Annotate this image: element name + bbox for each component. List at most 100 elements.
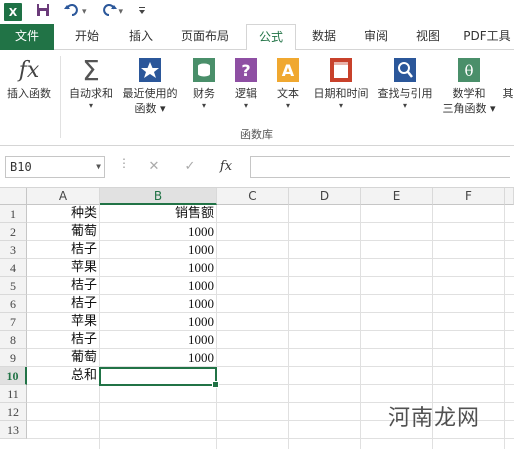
lookup-reference-button[interactable]: 查找与引用 ▾ [374,56,436,111]
math-trig-button[interactable]: θ 数学和 三角函数 ▾ [438,56,500,116]
cell-b1[interactable]: 销售额 [100,205,216,223]
row-header-9[interactable]: 9 [0,349,27,367]
insert-function-label: 插入函数 [7,87,51,100]
financial-label: 财务 [193,87,215,100]
lookup-reference-label: 查找与引用 [377,87,433,100]
financial-icon [190,56,218,84]
row-header-5[interactable]: 5 [0,277,27,295]
cell-b7[interactable]: 1000 [100,313,216,331]
row-header-6[interactable]: 6 [0,295,27,313]
more-functions-button[interactable]: 其 [502,56,514,101]
formula-bar-grip-icon[interactable]: ⋮ [118,156,130,170]
name-box[interactable]: B10 ▼ [5,156,105,178]
insert-function-button[interactable]: fx 插入函数 [2,56,56,101]
cell-b8[interactable]: 1000 [100,331,216,349]
svg-text:A: A [282,61,295,80]
financial-button[interactable]: 财务 ▾ [186,56,222,111]
row-header-3[interactable]: 3 [0,241,27,259]
chevron-down-icon: ▾ [159,102,166,115]
customize-qat-icon[interactable] [137,6,147,19]
theta-icon: θ [455,56,483,84]
redo-icon[interactable] [101,3,117,21]
formula-bar: B10 ▼ ⋮ ✕ ✓ fx [0,146,514,188]
date-time-button[interactable]: 日期和时间 ▾ [310,56,372,111]
cell-a2[interactable]: 葡萄 [28,223,99,241]
tab-file[interactable]: 文件 [0,24,54,50]
cell-a6[interactable]: 桔子 [28,295,99,313]
cell-a1[interactable]: 种类 [28,205,99,223]
gridline [288,205,289,449]
row-header-1[interactable]: 1 [0,205,27,223]
cell-b3[interactable]: 1000 [100,241,216,259]
column-header-d[interactable]: D [289,188,361,205]
cell-b2[interactable]: 1000 [100,223,216,241]
column-header-b[interactable]: B [100,188,217,205]
svg-text:?: ? [241,61,250,80]
name-box-value: B10 [10,160,32,174]
column-header-g[interactable] [505,188,514,205]
column-header-c[interactable]: C [217,188,289,205]
text-button[interactable]: A 文本 ▾ [270,56,306,111]
chevron-down-icon: ▾ [201,101,206,110]
redo-dropdown-icon[interactable]: ▾ [119,7,124,17]
tab-insert[interactable]: 插入 [116,24,166,50]
row-header-13[interactable]: 13 [0,421,27,439]
chevron-down-icon: ▾ [243,101,248,110]
save-icon[interactable] [36,3,50,21]
cell-a3[interactable]: 桔子 [28,241,99,259]
select-all-corner[interactable] [0,188,27,205]
row-header-11[interactable]: 11 [0,385,27,403]
undo-dropdown-icon[interactable]: ▾ [82,7,87,17]
recently-used-button[interactable]: 最近使用的 函数 ▾ [118,56,182,116]
row-header-10[interactable]: 10 [0,367,27,385]
star-icon [136,56,164,84]
cell-a4[interactable]: 苹果 [28,259,99,277]
recently-used-label: 最近使用的 [122,87,178,100]
logical-button[interactable]: ? 逻辑 ▾ [228,56,264,111]
row-header-4[interactable]: 4 [0,259,27,277]
function-library-group-label: 函数库 [240,128,273,141]
cell-b6[interactable]: 1000 [100,295,216,313]
column-header-f[interactable]: F [433,188,505,205]
tab-formulas[interactable]: 公式 [246,24,296,51]
cell-a10[interactable]: 总和 [28,367,99,385]
tab-home[interactable]: 开始 [62,24,112,50]
cancel-entry-button[interactable]: ✕ [140,156,168,178]
date-time-label: 日期和时间 [313,87,369,100]
tab-view[interactable]: 视图 [404,24,452,50]
insert-function-fx-button[interactable]: fx [212,156,240,178]
recently-used-label-2: 函数 [134,102,157,115]
active-cell-outline[interactable] [99,367,219,388]
chevron-down-icon[interactable]: ▼ [96,157,101,177]
cell-a9[interactable]: 葡萄 [28,349,99,367]
undo-icon[interactable] [64,3,80,21]
column-header-a[interactable]: A [27,188,100,205]
row-header-2[interactable]: 2 [0,223,27,241]
magnifier-icon [391,56,419,84]
row-header-8[interactable]: 8 [0,331,27,349]
chevron-down-icon: ▾ [338,101,343,110]
tab-page-layout[interactable]: 页面布局 [172,24,238,50]
gridline [216,205,217,449]
cell-a8[interactable]: 桔子 [28,331,99,349]
cell-b9[interactable]: 1000 [100,349,216,367]
tab-data[interactable]: 数据 [300,24,348,50]
sigma-icon: Σ [82,53,100,87]
logical-icon: ? [232,56,260,84]
cell-a5[interactable]: 桔子 [28,277,99,295]
column-header-e[interactable]: E [361,188,433,205]
cell-b4[interactable]: 1000 [100,259,216,277]
tab-pdf-tools[interactable]: PDF工具 [460,24,514,50]
watermark-text: 河南龙网 [388,406,481,431]
row-header-12[interactable]: 12 [0,403,27,421]
cell-a7[interactable]: 苹果 [28,313,99,331]
autosum-button[interactable]: Σ 自动求和 ▾ [64,56,118,111]
confirm-entry-button[interactable]: ✓ [176,156,204,178]
calendar-icon [327,56,355,84]
cell-b5[interactable]: 1000 [100,277,216,295]
formula-input[interactable] [250,156,510,178]
row-header-7[interactable]: 7 [0,313,27,331]
excel-app-icon: X [4,3,22,21]
text-label: 文本 [277,87,299,100]
tab-review[interactable]: 审阅 [352,24,400,50]
